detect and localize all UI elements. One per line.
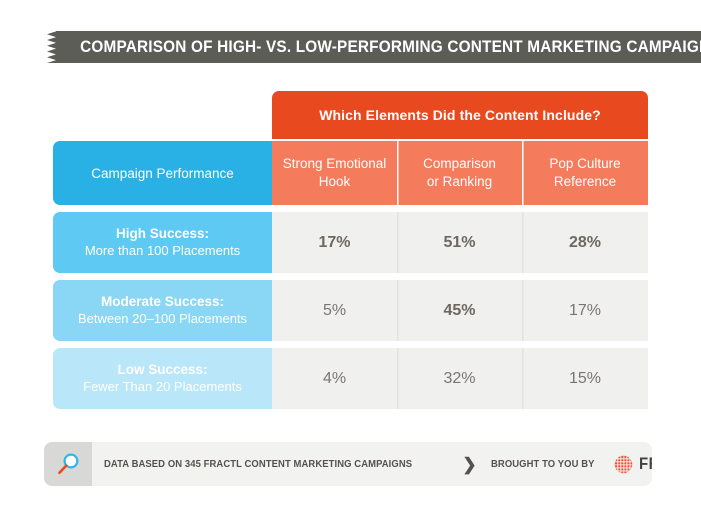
cell-low-pop-culture-reference: 15% (522, 348, 648, 409)
search-icon (58, 453, 79, 475)
row-label-sub: Between 20–100 Placements (77, 310, 248, 326)
row-header-label: Campaign Performance (53, 141, 272, 205)
column-header-comparison-or-ranking: Comparison or Ranking (397, 141, 522, 205)
super-header-label: Which Elements Did the Content Include? (272, 91, 648, 139)
table-row: Moderate Success: Between 20–100 Placeme… (53, 280, 648, 341)
row-label-main: Moderate Success: (100, 294, 225, 310)
cell-high-strong-emotional-hook: 17% (272, 212, 397, 273)
column-header-line2: or Ranking (426, 174, 493, 189)
row-label-main: High Success: (115, 226, 210, 242)
chevron-right-icon: ❯ (462, 454, 477, 474)
table-row: High Success: More than 100 Placements 1… (53, 212, 648, 273)
row-label-sub: Fewer Than 20 Placements (83, 378, 242, 394)
row-label-sub: More than 100 Placements (84, 242, 241, 258)
cell-low-strong-emotional-hook: 4% (272, 348, 397, 409)
column-header-line2: Hook (318, 174, 351, 189)
page-title: COMPARISON OF HIGH- VS. LOW-PERFORMING C… (80, 37, 701, 56)
cell-moderate-strong-emotional-hook: 5% (272, 280, 397, 341)
cell-moderate-comparison-or-ranking: 45% (397, 280, 522, 341)
cell-high-comparison-or-ranking: 51% (397, 212, 522, 273)
column-header-line1: Comparison (423, 156, 496, 172)
banner-zigzag-left-icon (47, 31, 56, 63)
column-header-line2: Reference (553, 174, 617, 189)
column-header-strong-emotional-hook: Strong Emotional Hook (272, 141, 397, 205)
table-row: Low Success: Fewer Than 20 Placements 4%… (53, 348, 648, 409)
data-source-text: DATA BASED ON 345 FRACTL CONTENT MARKETI… (104, 458, 413, 470)
cell-high-pop-culture-reference: 28% (522, 212, 648, 273)
magnifier-icon-container (44, 442, 92, 486)
cell-low-comparison-or-ranking: 32% (397, 348, 522, 409)
row-label-low-success: Low Success: Fewer Than 20 Placements (53, 348, 272, 409)
column-header-line1: Pop Culture (549, 156, 621, 172)
super-header-spacer (53, 91, 272, 139)
comparison-table: Which Elements Did the Content Include? … (53, 91, 648, 416)
fractl-logo-icon (614, 455, 633, 474)
column-header-pop-culture-reference: Pop Culture Reference (522, 141, 648, 205)
row-label-moderate-success: Moderate Success: Between 20–100 Placeme… (53, 280, 272, 341)
row-label-high-success: High Success: More than 100 Placements (53, 212, 272, 273)
super-header-row: Which Elements Did the Content Include? (53, 91, 648, 139)
cell-moderate-pop-culture-reference: 17% (522, 280, 648, 341)
fractl-wordmark: FRACTL (638, 454, 652, 473)
footer-bar: DATA BASED ON 345 FRACTL CONTENT MARKETI… (44, 442, 652, 486)
banner-body: COMPARISON OF HIGH- VS. LOW-PERFORMING C… (56, 31, 701, 63)
row-label-main: Low Success: (117, 362, 208, 378)
title-banner: COMPARISON OF HIGH- VS. LOW-PERFORMING C… (47, 31, 701, 63)
brought-to-you-by-label: BROUGHT TO YOU BY (490, 458, 595, 470)
column-header-row: Campaign Performance Strong Emotional Ho… (53, 141, 648, 205)
column-header-line1: Strong Emotional (282, 156, 387, 172)
